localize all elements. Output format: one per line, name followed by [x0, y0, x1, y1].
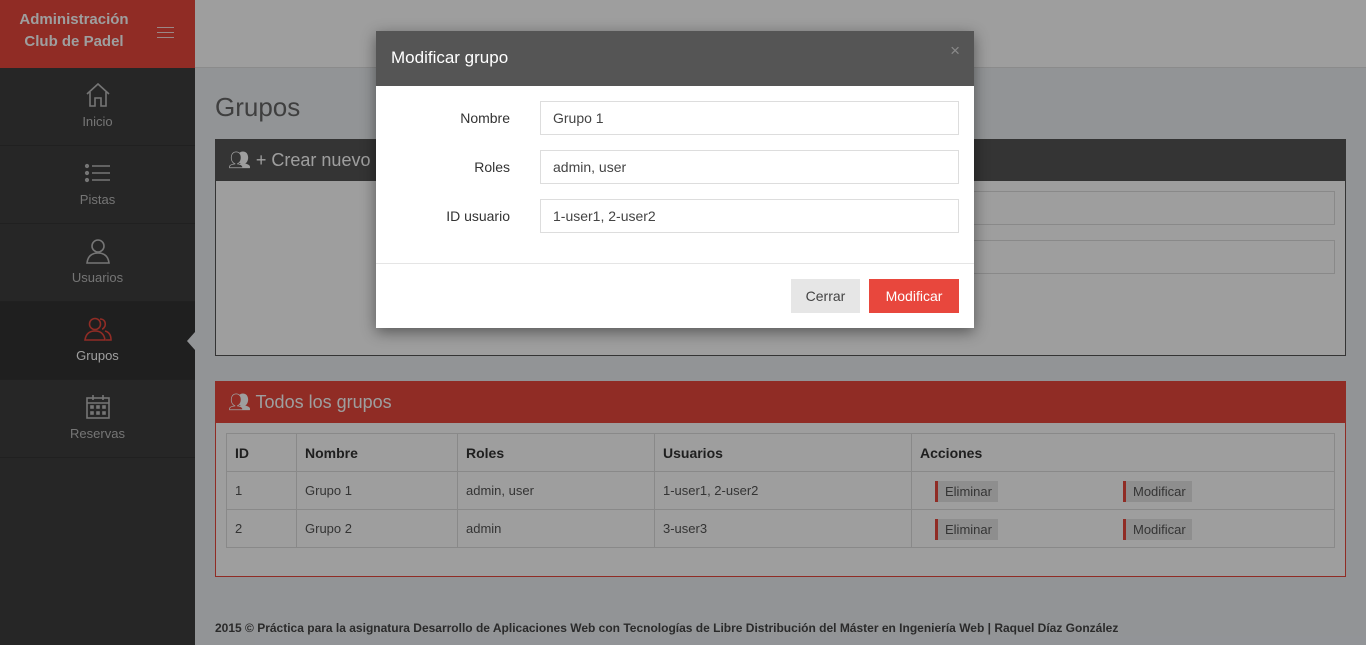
nombre-label: Nombre	[460, 110, 510, 126]
id-usuario-label: ID usuario	[446, 208, 510, 224]
cancel-button[interactable]: Cerrar	[791, 279, 860, 313]
modify-submit-button[interactable]: Modificar	[869, 279, 959, 313]
modify-group-modal: Modificar grupo × Nombre Roles ID usuari…	[376, 31, 974, 328]
roles-label: Roles	[474, 159, 510, 175]
modal-header: Modificar grupo ×	[376, 31, 974, 86]
nombre-field[interactable]	[540, 101, 959, 135]
modal-footer: Cerrar Modificar	[376, 263, 974, 328]
id-usuario-field[interactable]	[540, 199, 959, 233]
roles-field[interactable]	[540, 150, 959, 184]
close-icon[interactable]: ×	[950, 41, 960, 61]
form-row-id-usuario: ID usuario	[376, 199, 974, 233]
form-row-nombre: Nombre	[376, 101, 974, 135]
modal-title: Modificar grupo	[391, 48, 509, 67]
form-row-roles: Roles	[376, 150, 974, 184]
